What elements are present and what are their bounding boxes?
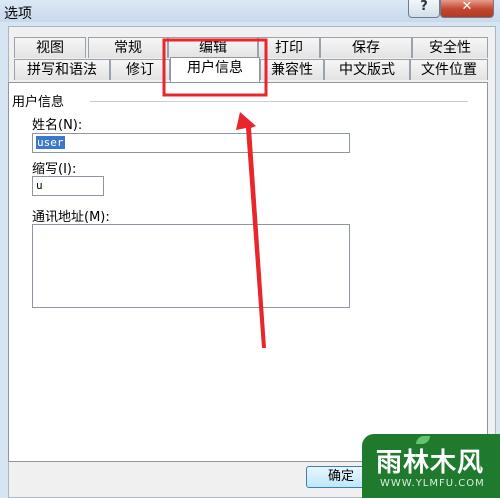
annotation-overlay (162, 38, 268, 348)
arrow-shape (236, 112, 266, 348)
highlight-box (162, 38, 268, 97)
